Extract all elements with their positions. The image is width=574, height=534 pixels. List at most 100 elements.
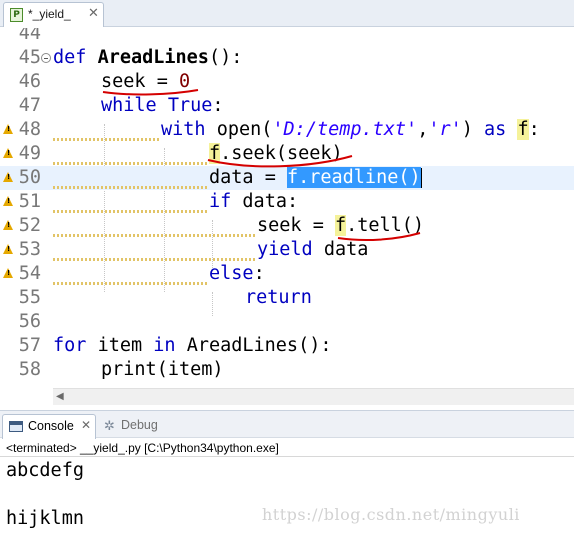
keyword: if [209,191,243,212]
warning-squiggle [53,210,209,213]
code-text: seek = f.tell() [257,214,424,238]
line-number: 47 [18,95,41,116]
code-token: print(item) [101,359,224,380]
keyword: as [484,119,518,140]
line-number: 49 [18,143,41,164]
close-icon[interactable]: ✕ [81,418,91,432]
code-token: .seek(seek) [220,143,343,164]
code-line-44: 44 [0,28,574,46]
fold-collapse-icon[interactable] [41,53,51,63]
line-number: 53 [18,239,41,260]
code-token: data [323,239,369,260]
code-line-45: 45 def AreadLines(): [0,46,574,70]
code-token: (): [208,47,243,68]
code-text: return [245,286,312,310]
code-token: open( [216,119,273,140]
code-line-47: 47 while True: [0,94,574,118]
console-output-line: abcdefg [6,460,84,481]
editor-tab-yield[interactable]: P *_yield_ ✕ [3,2,104,27]
tab-debug-label: Debug [121,418,158,432]
string-literal: 'r' [428,119,462,140]
number-literal: 0 [178,71,191,92]
code-line-49: 49 f.seek(seek) [0,142,574,166]
line-number: 58 [18,359,41,380]
keyword: True [167,95,213,116]
code-token: data = [209,167,287,188]
code-token: seek = [257,215,335,236]
line-number: 54 [18,263,41,284]
code-line-48: 48 with open('D:/temp.txt','r') as f: [0,118,574,142]
code-line-46: 46 seek = 0 [0,70,574,94]
line-number: 48 [18,119,41,140]
occurrence-highlight: f [209,143,221,164]
watermark: https://blog.csdn.net/mingyuli [262,505,520,524]
keyword: def [53,47,98,68]
tab-debug[interactable]: ✲ Debug [104,417,174,437]
code-token: data: [242,191,299,212]
warning-squiggle [53,282,209,285]
divider [0,456,574,457]
string-literal: 'D:/temp.txt' [272,119,418,140]
keyword: while [101,95,168,116]
code-token: AreadLines(): [186,335,332,356]
code-line-53: 53 yield data [0,238,574,262]
code-token: item [97,335,154,356]
tab-console[interactable]: Console ✕ [2,414,96,439]
editor-tab-label: *_yield_ [28,7,71,21]
line-number: 45 [18,47,41,68]
line-number: 55 [18,287,41,308]
code-text: print(item) [101,358,224,382]
occurrence-highlight: f [517,119,529,140]
line-number: 46 [18,71,41,92]
text-cursor [420,168,422,188]
occurrence-highlight: f [334,215,347,236]
keyword: for [53,335,98,356]
code-line-58: 58 print(item) [0,358,574,382]
code-token: : [212,95,224,116]
horizontal-scrollbar[interactable]: ◀ [53,388,574,405]
code-token: ) [461,119,485,140]
bug-icon: ✲ [104,419,115,434]
code-line-52: 52 seek = f.tell() [0,214,574,238]
code-line-56: 56 [0,310,574,334]
keyword: yield [257,239,324,260]
code-text: seek = 0 [101,70,190,94]
code-editor[interactable]: 44 45 def AreadLines(): 46 seek = 0 47 w… [0,28,574,388]
editor-tab-bar: P *_yield_ ✕ [0,0,574,27]
function-name: AreadLines [97,47,209,68]
code-line-50-current: 50 data = f.readline() [0,166,574,190]
line-number: 52 [18,215,41,236]
console-icon [9,421,23,432]
code-text: else: [209,262,265,286]
code-text: for item in AreadLines(): [53,334,331,358]
code-text: if data: [209,190,298,214]
code-token: : [253,263,265,284]
line-number: 50 [18,167,41,188]
code-text: data = f.readline() [209,166,422,190]
warning-squiggle [53,162,209,165]
warning-squiggle [53,186,209,189]
python-file-icon: P [10,8,23,22]
line-number: 57 [18,335,41,356]
console-process-status: <terminated> __yield_.py [C:\Python34\py… [6,441,279,455]
code-line-51: 51 if data: [0,190,574,214]
code-line-54: 54 else: [0,262,574,286]
warning-squiggle [53,138,161,141]
close-icon[interactable]: ✕ [88,6,99,22]
tab-console-label: Console [28,419,74,433]
code-text: yield data [257,238,368,262]
console-tab-bar: Console ✕ ✲ Debug [0,410,574,439]
keyword: in [153,335,187,356]
warning-squiggle [53,234,257,237]
line-number: 44 [18,28,41,44]
code-line-57: 57 for item in AreadLines(): [0,334,574,358]
code-text: def AreadLines(): [53,46,242,70]
scroll-left-arrow-icon[interactable]: ◀ [56,391,64,402]
code-token: , [417,119,429,140]
line-number: 51 [18,191,41,212]
selected-text[interactable]: f.readline() [286,167,421,188]
keyword: else [209,263,254,284]
code-text: f.seek(seek) [209,142,343,166]
code-token: seek = [101,71,179,92]
keyword: return [245,287,312,308]
